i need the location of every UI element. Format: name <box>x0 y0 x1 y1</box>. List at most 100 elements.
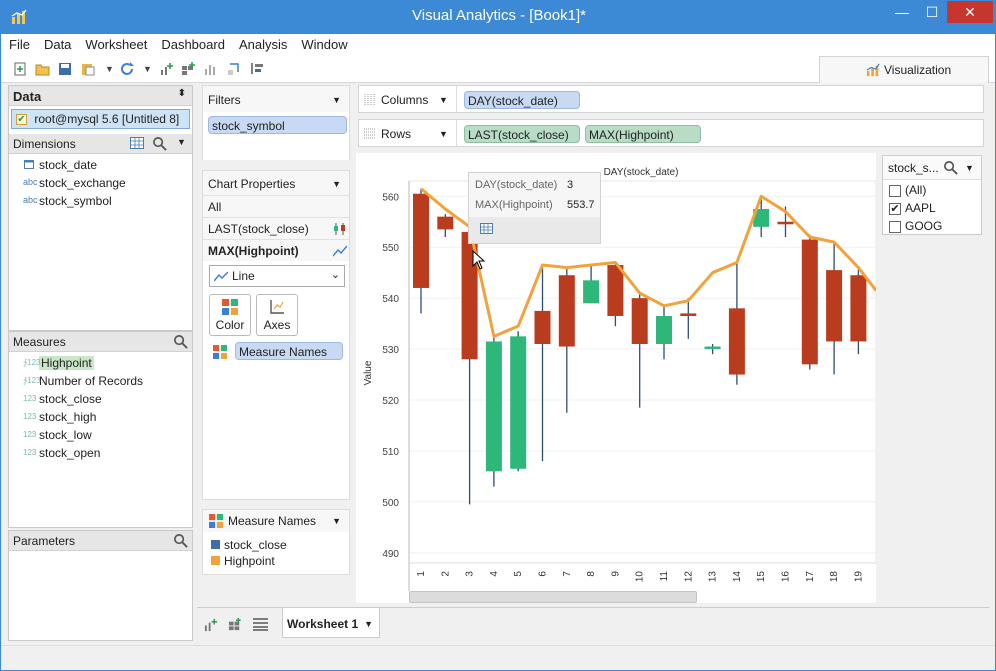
sheet-list-icon[interactable] <box>253 618 268 631</box>
candle-body <box>510 336 527 469</box>
dimension-label: stock_exchange <box>39 176 126 190</box>
data-panel-header: Data ⬍ <box>9 86 192 106</box>
dimensions-dropdown-icon[interactable]: ▼ <box>177 137 186 147</box>
open-icon[interactable] <box>35 61 51 77</box>
measure-highpoint[interactable]: ∱123 Highpoint <box>9 354 192 372</box>
rows-dropdown-icon[interactable]: ▼ <box>439 129 448 139</box>
measure-names-color-pill[interactable]: Measure Names <box>235 342 343 360</box>
menu-dashboard[interactable]: Dashboard <box>153 34 231 52</box>
filter-pill-stock-symbol[interactable]: stock_symbol <box>208 116 347 134</box>
connection-item[interactable]: ✔ root@mysql 5.6 [Untitled 8] <box>11 109 190 129</box>
add-dashboard-icon[interactable] <box>181 61 197 77</box>
measures-header: Measures <box>9 332 192 352</box>
legend-item-stock-close[interactable]: stock_close <box>211 538 349 554</box>
data-panel-sort-icon[interactable]: ⬍ <box>178 88 186 99</box>
refresh-dropdown-icon[interactable]: ▼ <box>143 64 152 74</box>
legend-item-highpoint[interactable]: Highpoint <box>211 554 349 570</box>
measure-stock-open[interactable]: 123 stock_open <box>9 444 192 462</box>
filter-option-aapl[interactable]: ✔ AAPL <box>889 201 981 219</box>
measure-stock-low[interactable]: 123 stock_low <box>9 426 192 444</box>
new-dashboard-icon[interactable] <box>228 617 243 632</box>
x-tick-label: 5 <box>513 571 524 577</box>
stock-symbol-filter-card: stock_s... ▼ (All) ✔ AAPL GOOG <box>882 155 982 235</box>
tooltip-label: DAY(stock_date) <box>475 179 558 191</box>
tab-worksheet-1[interactable]: Worksheet 1 ▼ <box>282 608 380 638</box>
dimension-label: stock_date <box>39 158 98 172</box>
chart-properties-title: Chart Properties <box>208 177 296 191</box>
mark-type-select[interactable]: Line ⌄ <box>209 265 345 287</box>
candle-body <box>850 275 867 342</box>
chart-properties-dropdown-icon[interactable]: ▼ <box>332 179 341 189</box>
candle-body <box>583 280 600 304</box>
minimize-button[interactable]: — <box>887 1 917 23</box>
measure-stock-high[interactable]: 123 stock_high <box>9 408 192 426</box>
dimension-stock-date[interactable]: stock_date <box>9 156 192 174</box>
maximize-button[interactable]: ☐ <box>917 1 947 23</box>
menu-worksheet[interactable]: Worksheet <box>77 34 153 52</box>
checkbox-checked[interactable]: ✔ <box>889 202 901 215</box>
add-chart-icon[interactable] <box>159 61 175 77</box>
row-pill-last-stock-close[interactable]: LAST(stock_close) <box>464 125 580 143</box>
property-tab-max-highpoint[interactable]: MAX(Highpoint) <box>203 239 349 261</box>
measures-search-icon[interactable] <box>173 334 188 349</box>
sort-icon[interactable] <box>249 61 265 77</box>
sheet-tab-bar: Worksheet 1 ▼ <box>197 607 989 639</box>
chart-title: DAY(stock_date) <box>604 167 679 178</box>
chart-horizontal-scrollbar[interactable] <box>409 591 697 603</box>
candle-body <box>680 313 697 316</box>
new-worksheet-icon[interactable] <box>204 617 219 632</box>
column-pill-day-stock-date[interactable]: DAY(stock_date) <box>464 91 580 109</box>
parameters-search-icon[interactable] <box>173 533 188 548</box>
refresh-icon[interactable] <box>119 61 135 77</box>
property-tab-all[interactable]: All <box>203 195 349 217</box>
property-tab-last-stock-close[interactable]: LAST(stock_close) <box>203 217 349 239</box>
axes-card-button[interactable]: Axes <box>256 294 298 336</box>
dimension-stock-exchange[interactable]: abc stock_exchange <box>9 174 192 192</box>
close-button[interactable]: ✕ <box>947 1 993 23</box>
x-tick-label: 17 <box>805 571 816 583</box>
candle-body <box>728 308 745 375</box>
dimension-label: stock_symbol <box>39 194 112 208</box>
tab-dropdown-icon[interactable]: ▼ <box>364 619 373 629</box>
dimensions-search-icon[interactable] <box>152 136 167 151</box>
dimensions-title: Dimensions <box>13 137 76 151</box>
swap-icon[interactable] <box>227 61 243 77</box>
x-tick-label: 2 <box>440 571 451 577</box>
legend-dropdown-icon[interactable]: ▼ <box>332 516 341 526</box>
x-tick-label: 4 <box>489 571 500 577</box>
paste-dropdown-icon[interactable]: ▼ <box>105 64 114 74</box>
menu-analysis[interactable]: Analysis <box>231 34 293 52</box>
table-view-icon[interactable] <box>130 137 144 149</box>
y-tick-label: 540 <box>382 294 399 305</box>
dimension-stock-symbol[interactable]: abc stock_symbol <box>9 192 192 210</box>
columns-dropdown-icon[interactable]: ▼ <box>439 95 448 105</box>
color-card-button[interactable]: Color <box>209 294 251 336</box>
status-bar <box>1 645 995 670</box>
chart-tooltip: DAY(stock_date) 3 MAX(Highpoint) 553.7 <box>468 172 601 244</box>
visualization-button[interactable]: Visualization <box>819 56 989 83</box>
property-tab-label: MAX(Highpoint) <box>208 244 299 258</box>
menu-file[interactable]: File <box>1 34 36 52</box>
new-icon[interactable] <box>12 61 28 77</box>
measures-title: Measures <box>13 335 66 349</box>
bar-chart-icon[interactable] <box>203 61 219 77</box>
candlestick-chart[interactable]: 490500510520530540550560DAY(stock_date)V… <box>356 153 876 603</box>
checkbox-unchecked[interactable] <box>889 184 901 197</box>
filter-card-search-icon[interactable] <box>943 160 958 175</box>
filter-option-goog[interactable]: GOOG <box>889 219 981 237</box>
paste-icon[interactable] <box>80 61 96 77</box>
menu-window[interactable]: Window <box>293 34 353 52</box>
checkbox-unchecked[interactable] <box>889 220 901 233</box>
row-pill-max-highpoint[interactable]: MAX(Highpoint) <box>585 125 701 143</box>
measure-number-of-records[interactable]: ∱123 Number of Records <box>9 372 192 390</box>
filters-dropdown-icon[interactable]: ▼ <box>332 95 341 105</box>
tooltip-view-data-icon[interactable] <box>480 223 493 234</box>
filter-card-dropdown-icon[interactable]: ▼ <box>965 163 974 173</box>
legend-items: stock_close Highpoint <box>203 532 349 570</box>
save-icon[interactable] <box>57 61 73 77</box>
measure-stock-close[interactable]: 123 stock_close <box>9 390 192 408</box>
mouse-cursor-icon <box>472 250 485 270</box>
filter-option-all[interactable]: (All) <box>889 183 981 201</box>
menu-data[interactable]: Data <box>36 34 77 52</box>
x-tick-label: 8 <box>586 571 597 577</box>
